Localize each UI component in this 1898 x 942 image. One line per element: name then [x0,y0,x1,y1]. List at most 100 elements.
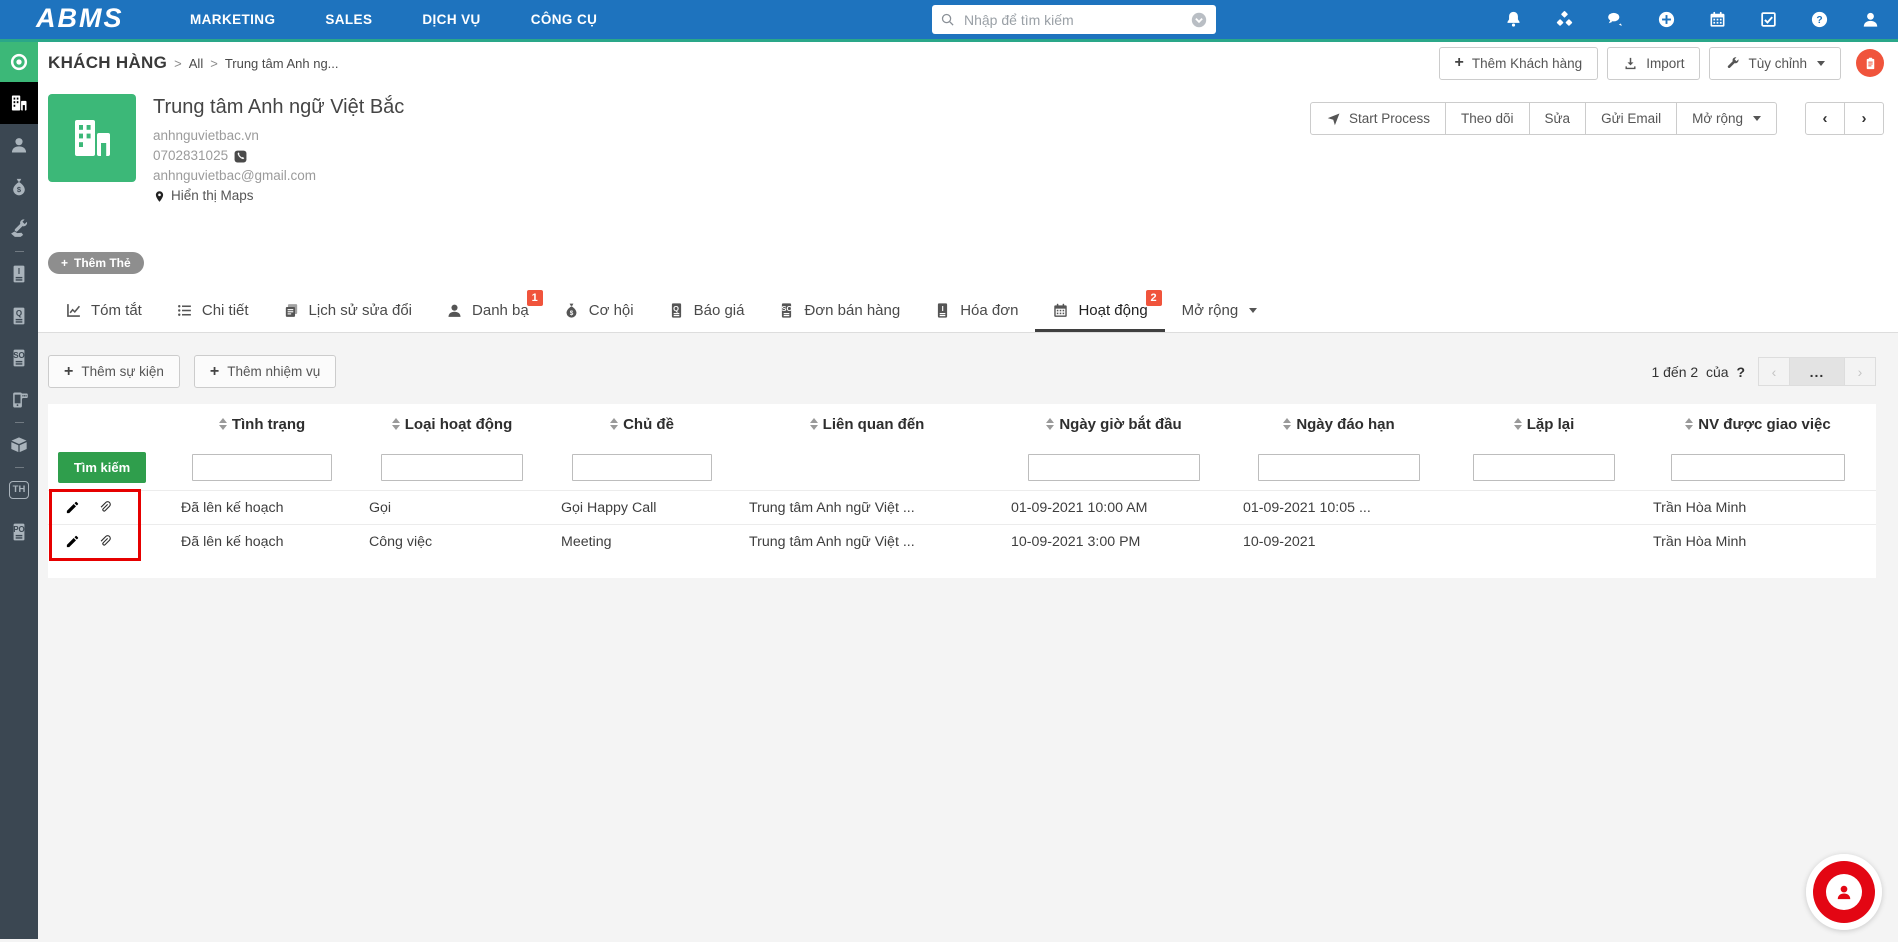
main-menu: MARKETING SALES DỊCH VỤ CÔNG CỤ [190,12,597,27]
edit-pencil-icon[interactable] [65,500,80,515]
sidebar-item-products[interactable] [0,424,38,466]
menu-dich-vu[interactable]: DỊCH VỤ [422,12,480,27]
tab-lich-su-sua-doi[interactable]: Lịch sử sửa đổi [266,289,429,332]
activities-table: Tình trạng Loại hoạt động Chủ đề Liên qu… [48,404,1876,578]
search-scope-dropdown-icon[interactable] [1190,11,1208,29]
tab-don-ban-hang[interactable]: SO Đơn bán hàng [761,289,917,332]
apps-modules-icon[interactable] [1555,10,1574,29]
filter-input-chu-de[interactable] [572,453,712,481]
sidebar-item-sales-orders[interactable]: SO [0,337,38,379]
tab-hoa-don[interactable]: I Hóa đơn [917,289,1035,332]
column-header-loai-hoat-dong[interactable]: Loại hoạt động [356,416,548,433]
quick-create-plus-icon[interactable] [1657,10,1676,29]
previous-record-button[interactable]: ‹ [1805,102,1845,135]
add-tag-button[interactable]: + Thêm Thẻ [48,252,144,274]
filter-input-nv-duoc-giao-viec[interactable] [1670,453,1846,481]
sidebar-item-quotes[interactable]: Q [0,295,38,337]
column-header-lap-lai[interactable]: Lặp lại [1448,416,1640,433]
sidebar-item-opportunities[interactable] [0,166,38,208]
menu-sales[interactable]: SALES [325,12,372,27]
send-email-button[interactable]: Gửi Email [1585,102,1678,135]
record-email[interactable]: anhnguvietbac@gmail.com [153,166,404,186]
record-action-group: Start Process Theo dõi Sửa Gửi Email Mở … [1309,102,1777,135]
edit-pencil-icon[interactable] [65,534,80,549]
next-record-button[interactable]: › [1844,102,1884,135]
sidebar-item-th-module[interactable]: TH [0,469,38,511]
page-prev-button[interactable]: ‹ [1758,357,1790,386]
cell-ngay-gio-bat-dau: 01-09-2021 10:00 AM [1011,499,1148,516]
pagination-label: 1 đến 2 của ? [1651,363,1745,380]
add-customer-button[interactable]: + Thêm Khách hàng [1438,46,1599,80]
follow-button[interactable]: Theo dõi [1444,102,1530,135]
filter-input-tinh-trang[interactable] [192,453,332,481]
breadcrumb-record[interactable]: Trung tâm Anh ng... [225,56,339,71]
column-header-lien-quan-den[interactable]: Liên quan đến [736,416,998,433]
attachment-clip-icon[interactable] [97,500,112,515]
tab-bao-gia[interactable]: Q Báo giá [651,289,762,332]
tab-danh-ba[interactable]: Danh bạ 1 [429,289,546,332]
start-process-button[interactable]: Start Process [1309,102,1446,135]
record-website[interactable]: anhnguvietbac.vn [153,126,404,146]
column-header-tinh-trang[interactable]: Tình trạng [168,416,356,433]
menu-cong-cu[interactable]: CÔNG CỤ [531,12,598,27]
page-next-button[interactable]: › [1844,357,1876,386]
send-arrow-icon [1326,111,1341,126]
sidebar-item-home[interactable] [0,42,38,82]
help-icon[interactable] [1810,10,1829,29]
sidebar-divider [14,467,24,468]
cell-ngay-dao-han: 01-09-2021 10:05 ... [1243,499,1371,516]
filter-input-loai-hoat-dong[interactable] [380,453,524,481]
record-phone[interactable]: 0702831025 [153,146,404,166]
user-profile-icon[interactable] [1861,10,1880,29]
filter-input-lap-lai[interactable] [1472,453,1616,481]
sidebar-item-invoices[interactable]: I [0,253,38,295]
show-maps-link[interactable]: Hiển thị Maps [153,186,404,206]
cell-nv-duoc-giao-viec: Trần Hòa Minh [1653,533,1747,550]
table-row[interactable]: Đã lên kế hoạch Công việc Meeting Trung … [48,524,1876,558]
sidebar-item-contacts[interactable] [0,124,38,166]
sidebar-item-organizations[interactable] [0,82,38,124]
edit-button[interactable]: Sửa [1528,102,1587,135]
column-header-ngay-dao-han[interactable]: Ngày đáo hạn [1230,416,1448,433]
table-header-row: Tình trạng Loại hoạt động Chủ đề Liên qu… [48,404,1876,444]
filter-input-ngay-dao-han[interactable] [1258,453,1420,481]
app-logo[interactable]: ABMS [0,3,156,36]
menu-marketing[interactable]: MARKETING [190,12,275,27]
page-more-button[interactable]: ... [1789,357,1845,386]
tab-hoat-dong[interactable]: Hoạt động 2 [1035,289,1165,332]
breadcrumb-filter[interactable]: All [189,56,203,71]
sort-icon [1513,418,1522,430]
table-row[interactable]: Đã lên kế hoạch Gọi Gọi Happy Call Trung… [48,490,1876,524]
notifications-bell-icon[interactable] [1504,10,1523,29]
tasks-check-icon[interactable] [1759,10,1778,29]
column-header-chu-de[interactable]: Chủ đề [548,416,736,433]
global-search[interactable] [932,5,1216,34]
add-event-button[interactable]: + Thêm sự kiện [48,355,180,388]
sidebar-item-sms[interactable] [0,379,38,421]
more-actions-button[interactable]: Mở rộng [1676,102,1777,135]
nav-icon-bar [1504,10,1898,29]
calendar-icon[interactable] [1708,10,1727,29]
import-button[interactable]: Import [1607,46,1701,80]
notes-widget-button[interactable] [1856,49,1884,77]
sort-icon [1283,418,1292,430]
breadcrumb-module[interactable]: KHÁCH HÀNG [48,53,167,73]
customize-button[interactable]: Tùy chỉnh [1709,46,1841,80]
sort-icon [391,418,400,430]
filter-input-ngay-gio-bat-dau[interactable] [1028,453,1200,481]
tab-tom-tat[interactable]: Tóm tắt [48,289,159,332]
support-chat-widget[interactable] [1806,854,1882,930]
tab-co-hoi[interactable]: Cơ hội [546,289,651,332]
global-search-input[interactable] [962,10,1183,29]
column-header-nv-duoc-giao-viec[interactable]: NV được giao việc [1640,416,1876,433]
sidebar-item-purchase-orders[interactable]: PO [0,511,38,553]
attachment-clip-icon[interactable] [97,534,112,549]
search-button[interactable]: Tìm kiếm [58,451,146,483]
sidebar-item-services[interactable] [0,208,38,250]
tab-chi-tiet[interactable]: Chi tiết [159,289,266,332]
chat-icon[interactable] [1606,10,1625,29]
tab-mo-rong[interactable]: Mở rộng [1165,289,1275,332]
add-task-button[interactable]: + Thêm nhiệm vụ [193,355,337,388]
column-header-ngay-gio-bat-dau[interactable]: Ngày giờ bắt đầu [998,416,1230,433]
cell-tinh-trang: Đã lên kế hoạch [181,499,284,516]
